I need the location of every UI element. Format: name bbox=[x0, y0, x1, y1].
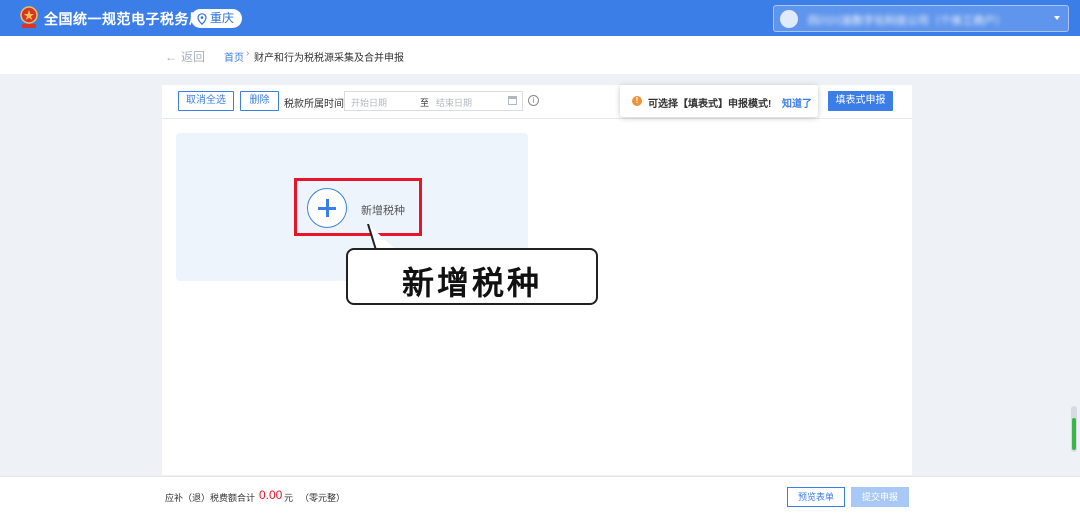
preview-form-button[interactable]: 预览表单 bbox=[787, 487, 845, 507]
app-title: 全国统一规范电子税务局 bbox=[44, 11, 204, 27]
scrollbar-thumb[interactable] bbox=[1072, 418, 1076, 450]
add-tax-label[interactable]: 新增税种 bbox=[361, 202, 405, 218]
info-icon[interactable]: i bbox=[528, 95, 539, 106]
mode-hint-tooltip: ! 可选择【填表式】申报模式! 知道了 bbox=[620, 85, 818, 117]
delete-button[interactable]: 删除 bbox=[240, 91, 279, 111]
breadcrumb: ← 返回 首页 › 财产和行为税税源采集及合并申报 bbox=[0, 36, 1080, 74]
user-name: 四川川渝数字化科技公司（个体工商户） bbox=[808, 15, 1006, 27]
tax-period-label: 税款所属时间 bbox=[284, 99, 344, 110]
chevron-down-icon bbox=[1054, 16, 1060, 20]
date-range-separator: 至 bbox=[420, 98, 430, 108]
tooltip-message: 可选择【填表式】申报模式! bbox=[648, 99, 772, 110]
top-bar: 全国统一规范电子税务局 重庆 四川川渝数字化科技公司（个体工商户） bbox=[0, 0, 1080, 36]
breadcrumb-home-link[interactable]: 首页 bbox=[224, 49, 244, 64]
total-amount: 0.00 bbox=[259, 488, 283, 502]
user-account-dropdown[interactable]: 四川川渝数字化科技公司（个体工商户） bbox=[773, 5, 1069, 32]
total-amount-in-words: （零元整） bbox=[300, 493, 346, 503]
callout-bubble: 新增税种 bbox=[346, 248, 598, 305]
plus-icon[interactable] bbox=[307, 188, 347, 228]
tax-emblem-logo bbox=[20, 6, 38, 28]
warning-icon: ! bbox=[632, 96, 642, 106]
back-label: 返回 bbox=[181, 50, 206, 64]
breadcrumb-current: 财产和行为税税源采集及合并申报 bbox=[254, 53, 404, 64]
breadcrumb-separator: › bbox=[246, 48, 250, 59]
submit-filing-button[interactable]: 提交申报 bbox=[851, 487, 909, 507]
end-date-input[interactable]: 结束日期 bbox=[436, 96, 472, 109]
calendar-icon bbox=[508, 96, 517, 105]
tax-period-date-range[interactable]: 开始日期 至 结束日期 bbox=[344, 91, 523, 111]
total-label: 应补（退）税费额合计 bbox=[165, 493, 256, 503]
got-it-link[interactable]: 知道了 bbox=[782, 95, 812, 110]
footer-bar: 应补（退）税费额合计 0.00 元 （零元整） 预览表单 提交申报 bbox=[0, 476, 1080, 515]
total-unit: 元 bbox=[284, 493, 294, 503]
location-pin-icon bbox=[197, 12, 207, 25]
divider bbox=[162, 118, 912, 119]
callout-text: 新增税种 bbox=[401, 265, 542, 301]
region-selector[interactable]: 重庆 bbox=[191, 9, 243, 28]
avatar bbox=[780, 10, 798, 28]
cancel-select-all-button[interactable]: 取消全选 bbox=[178, 91, 234, 111]
back-button[interactable]: ← 返回 bbox=[165, 48, 205, 65]
region-label: 重庆 bbox=[210, 11, 235, 25]
arrow-left-icon: ← bbox=[165, 49, 177, 64]
form-filing-button[interactable]: 填表式申报 bbox=[828, 91, 893, 111]
start-date-input[interactable]: 开始日期 bbox=[351, 96, 387, 109]
